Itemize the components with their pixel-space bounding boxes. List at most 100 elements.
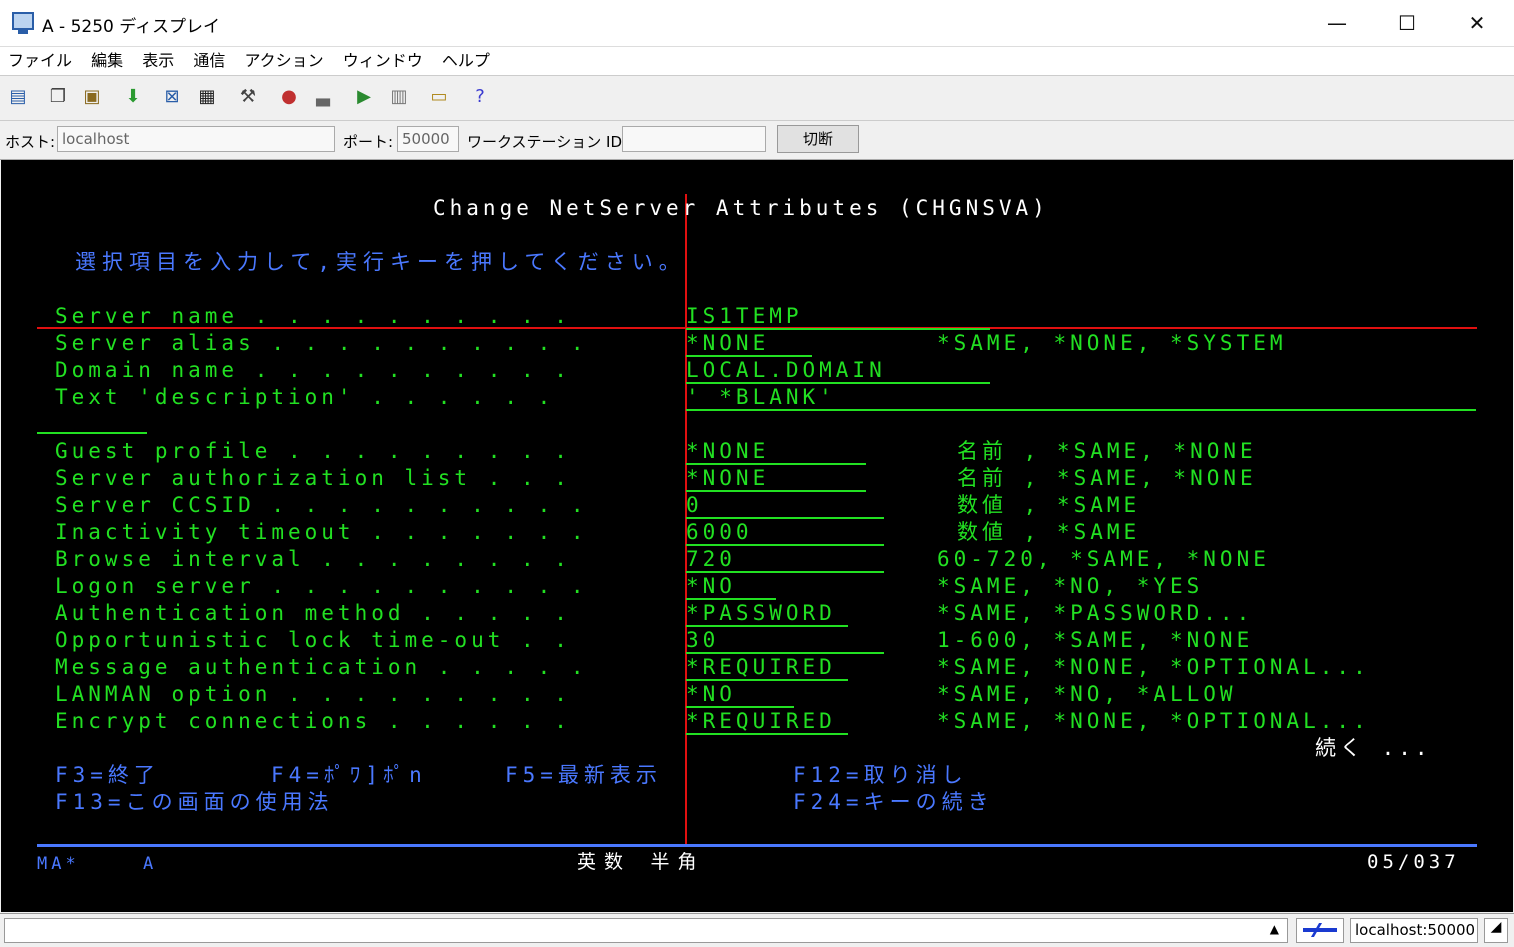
field-label-browse-interval: Browse interval . . . . . . . .: [55, 547, 571, 571]
f3-exit-key[interactable]: F3=終了: [55, 763, 160, 787]
menu-file[interactable]: ファイル: [8, 47, 72, 75]
guest-profile-input[interactable]: *NONE: [686, 439, 866, 465]
connection-bar: ホスト: localhost ポート: 50000 ワークステーション ID: …: [0, 121, 1514, 160]
server-name-input[interactable]: IS1TEMP: [686, 304, 990, 330]
lanman-option-choices: *SAME, *NO, *ALLOW: [937, 682, 1237, 706]
f13-help-key[interactable]: F13=この画面の使用法: [55, 790, 334, 814]
field-label-logon-server: Logon server . . . . . . . . . .: [55, 574, 588, 598]
server-ccsid-choices: 数値 , *SAME: [957, 493, 1141, 517]
workstation-input[interactable]: [622, 126, 766, 152]
menu-window[interactable]: ウィンドウ: [343, 47, 423, 75]
oia-input-mode: 英数 半角: [577, 851, 705, 873]
inactivity-timeout-input[interactable]: 6000: [686, 520, 884, 546]
guest-profile-choices: 名前 , *SAME, *NONE: [957, 439, 1257, 463]
logon-server-choices: *SAME, *NO, *YES: [937, 574, 1204, 598]
field-label-text-description: Text 'description' . . . . . .: [55, 385, 555, 409]
field-label-opportunistic-lock-timeout: Opportunistic lock time-out . .: [55, 628, 571, 652]
status-bar: ▲ localhost:50000 ◢: [0, 913, 1514, 947]
menu-bar: ファイル 編集 表示 通信 アクション ウィンドウ ヘルプ: [0, 47, 1514, 76]
server-alias-input[interactable]: *NONE: [686, 331, 812, 357]
minimize-button[interactable]: —: [1302, 0, 1372, 46]
terminal-screen[interactable]: Change NetServer Attributes (CHGNSVA) 選択…: [1, 160, 1513, 912]
download-icon[interactable]: ⬇: [121, 85, 145, 109]
field-label-domain-name: Domain name . . . . . . . . . .: [55, 358, 571, 382]
toolbar: ▤ ❐ ▣ ⬇ ⊠ ▦ ⚒ ● ▃ ▶ ▥ ▭ ?: [0, 76, 1514, 121]
field-label-server-name: Server name . . . . . . . . . .: [55, 304, 571, 328]
maximize-button[interactable]: ☐: [1372, 0, 1442, 46]
copy-screen-icon[interactable]: ▤: [6, 85, 30, 109]
scroll-up-icon[interactable]: ▲: [1270, 922, 1279, 936]
field-continuation-underline[interactable]: [37, 432, 147, 434]
f4-prompt-key[interactable]: F4=ﾎﾟﾜ]ﾎﾟn: [271, 763, 427, 787]
f12-cancel-key[interactable]: F12=取り消し: [793, 763, 968, 787]
host-input[interactable]: localhost: [57, 126, 335, 152]
cursor-crosshair-vertical: [685, 194, 687, 844]
inactivity-timeout-choices: 数値 , *SAME: [957, 520, 1141, 544]
resize-grip-icon[interactable]: ◢: [1484, 918, 1508, 943]
server-ccsid-input[interactable]: 0: [686, 493, 884, 519]
field-label-server-alias: Server alias . . . . . . . . . .: [55, 331, 588, 355]
menu-view[interactable]: 表示: [142, 47, 174, 75]
oia-session-mode: A: [143, 854, 158, 874]
server-authorization-list-choices: 名前 , *SAME, *NONE: [957, 466, 1257, 490]
server-alias-choices: *SAME, *NONE, *SYSTEM: [937, 331, 1287, 355]
screen-title: Change NetServer Attributes (CHGNSVA): [433, 196, 1049, 220]
text-description-input[interactable]: ' *BLANK': [686, 385, 1476, 411]
macro-icon[interactable]: ⚒: [236, 85, 260, 109]
browse-interval-choices: 60-720, *SAME, *NONE: [937, 547, 1270, 571]
opportunistic-lock-timeout-choices: 1-600, *SAME, *NONE: [937, 628, 1254, 652]
f5-refresh-key[interactable]: F5=最新表示: [505, 763, 662, 787]
message-authentication-input[interactable]: *REQUIRED: [686, 655, 848, 681]
copy-icon[interactable]: ❐: [46, 85, 70, 109]
disconnect-button[interactable]: 切断: [777, 125, 859, 153]
field-label-encrypt-connections: Encrypt connections . . . . . .: [55, 709, 571, 733]
port-label: ポート:: [343, 133, 394, 151]
logon-server-input[interactable]: *NO: [686, 574, 776, 600]
field-label-guest-profile: Guest profile . . . . . . . . .: [55, 439, 571, 463]
field-label-message-authentication: Message authentication . . . . .: [55, 655, 588, 679]
oia-divider: [37, 844, 1477, 847]
browse-interval-input[interactable]: 720: [686, 547, 884, 573]
authentication-method-choices: *SAME, *PASSWORD...: [937, 601, 1254, 625]
host-label: ホスト:: [5, 133, 56, 151]
encrypt-connections-input[interactable]: *REQUIRED: [686, 709, 848, 735]
monitor-icon: [12, 12, 34, 34]
notes-icon[interactable]: ▭: [427, 85, 451, 109]
encrypt-connections-choices: *SAME, *NONE, *OPTIONAL...: [937, 709, 1370, 733]
host-status: localhost:50000: [1350, 918, 1478, 943]
transfer-icon[interactable]: ▶: [352, 85, 376, 109]
field-label-lanman-option: LANMAN option . . . . . . . . .: [55, 682, 571, 706]
field-label-authentication-method: Authentication method . . . . .: [55, 601, 571, 625]
instruction-text: 選択項目を入力して,実行キーを押してください。: [75, 250, 686, 274]
menu-communication[interactable]: 通信: [193, 47, 225, 75]
field-label-server-authorization-list: Server authorization list . . .: [55, 466, 571, 490]
opportunistic-lock-timeout-input[interactable]: 30: [686, 628, 884, 654]
menu-edit[interactable]: 編集: [91, 47, 123, 75]
authentication-method-input[interactable]: *PASSWORD: [686, 601, 848, 627]
stop-icon[interactable]: ▥: [387, 85, 411, 109]
f24-more-keys[interactable]: F24=キーの続き: [793, 790, 994, 814]
oia-cursor-position: 05/037: [1367, 851, 1460, 873]
more-indicator: 続く ...: [1315, 736, 1432, 760]
field-label-inactivity-timeout: Inactivity timeout . . . . . . .: [55, 520, 588, 544]
window-title: A - 5250 ディスプレイ: [42, 17, 221, 37]
record-icon[interactable]: ●: [277, 85, 301, 109]
oia-system-status: MA*: [37, 854, 80, 874]
lanman-option-input[interactable]: *NO: [686, 682, 794, 708]
field-label-server-ccsid: Server CCSID . . . . . . . . . .: [55, 493, 588, 517]
workstation-label: ワークステーション ID:: [467, 133, 628, 151]
paste-icon[interactable]: ▣: [80, 85, 104, 109]
close-button[interactable]: ✕: [1442, 0, 1512, 46]
message-field: ▲: [4, 918, 1288, 943]
print-icon[interactable]: ▃: [311, 85, 335, 109]
menu-help[interactable]: ヘルプ: [442, 47, 490, 75]
title-bar: A - 5250 ディスプレイ — ☐ ✕: [0, 0, 1514, 47]
server-authorization-list-input[interactable]: *NONE: [686, 466, 866, 492]
send-icon[interactable]: ⊠: [160, 85, 184, 109]
help-icon[interactable]: ?: [468, 85, 492, 109]
port-input[interactable]: 50000: [397, 126, 459, 152]
domain-name-input[interactable]: LOCAL.DOMAIN: [686, 358, 990, 384]
menu-action[interactable]: アクション: [244, 47, 323, 75]
grid-icon[interactable]: ▦: [195, 85, 219, 109]
connection-status-icon: [1296, 918, 1344, 943]
